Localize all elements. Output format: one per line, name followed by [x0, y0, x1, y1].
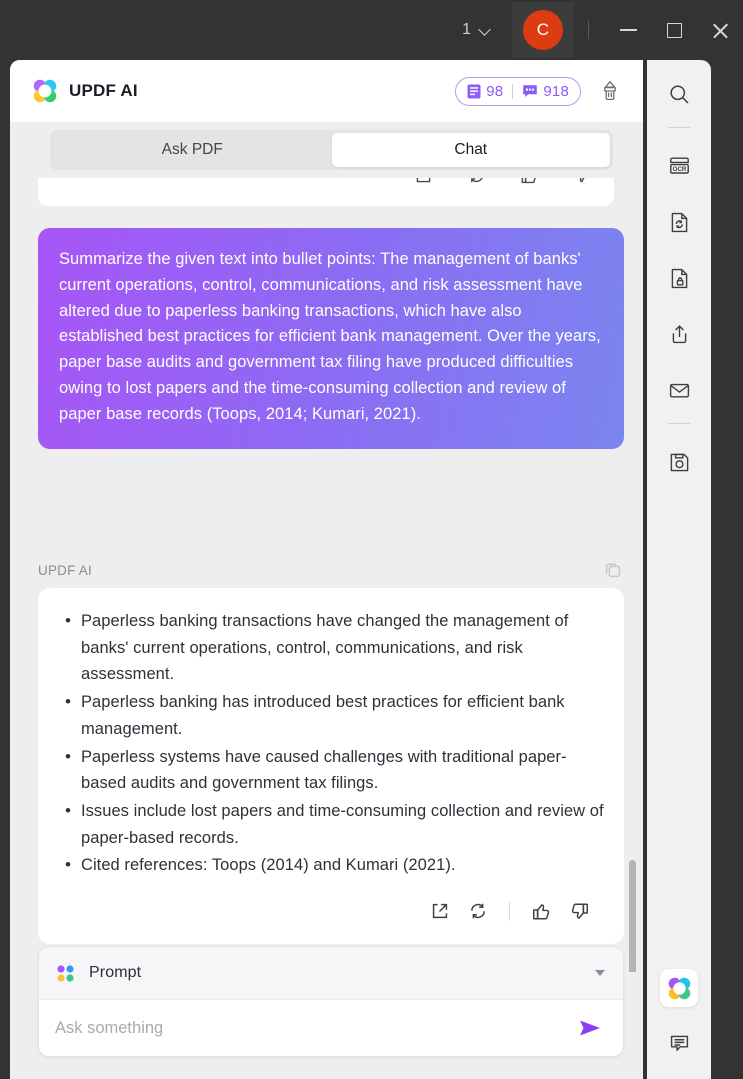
- rail-divider-2: [668, 423, 690, 424]
- window-right-edge: [711, 60, 743, 1079]
- close-icon: [711, 21, 730, 40]
- chat-credit-count: 918: [543, 82, 569, 100]
- ai-action-bar: [56, 880, 606, 936]
- prompt-selector[interactable]: Prompt: [39, 947, 623, 1000]
- document-credit-count: 98: [486, 82, 504, 100]
- thumbs-up-button[interactable]: [522, 896, 560, 926]
- maximize-icon: [666, 22, 682, 38]
- document-credit-icon: [467, 84, 481, 99]
- thumbs-down-icon[interactable]: [573, 178, 592, 185]
- ai-panel: UPDF AI 98 918 Ask PDF Chat Summarize th…: [10, 60, 643, 1079]
- copy-icon[interactable]: [603, 560, 624, 581]
- protect-document-icon: [667, 266, 692, 291]
- page-selector[interactable]: 1: [456, 17, 498, 43]
- account-avatar-button[interactable]: C: [512, 2, 574, 58]
- prompt-label: Prompt: [89, 964, 142, 981]
- window-left-edge: [0, 60, 10, 1079]
- share-tool-button[interactable]: [657, 312, 701, 356]
- list-item: Issues include lost papers and time-cons…: [56, 797, 606, 851]
- maximize-button[interactable]: [651, 7, 697, 53]
- chat-scroll-area[interactable]: Summarize the given text into bullet poi…: [10, 178, 643, 972]
- comment-tool-button[interactable]: [657, 1021, 701, 1065]
- close-button[interactable]: [697, 7, 743, 53]
- list-item: Paperless banking has introduced best pr…: [56, 688, 606, 742]
- app-window: 1 C UPDF AI 98 918 Ask PDF Chat Summariz…: [0, 0, 743, 1079]
- send-arrow-icon: [577, 1017, 603, 1039]
- svg-text:OCR: OCR: [672, 165, 686, 172]
- page-number-label: 1: [462, 21, 471, 38]
- panel-header: UPDF AI 98 918: [10, 60, 643, 122]
- window-titlebar: 1 C: [0, 0, 743, 60]
- updf-clover-logo-icon: [32, 78, 58, 104]
- send-button[interactable]: [575, 1013, 605, 1043]
- ai-message-bubble: Paperless banking transactions have chan…: [38, 588, 624, 945]
- action-divider: [509, 901, 510, 921]
- thumbs-down-button[interactable]: [560, 896, 598, 926]
- tab-ask-pdf[interactable]: Ask PDF: [53, 133, 332, 167]
- protect-tool-button[interactable]: [657, 256, 701, 300]
- ai-message-header: UPDF AI: [38, 560, 624, 581]
- thumbs-up-icon: [531, 901, 552, 922]
- chevron-down-icon: [480, 24, 492, 36]
- minimize-icon: [619, 29, 637, 31]
- message-composer: Prompt: [38, 946, 624, 1057]
- regenerate-icon: [468, 901, 488, 921]
- previous-message-card: [38, 178, 614, 206]
- list-item: Paperless banking transactions have chan…: [56, 607, 606, 688]
- mode-tabs: Ask PDF Chat: [50, 130, 613, 170]
- user-message-bubble: Summarize the given text into bullet poi…: [38, 228, 624, 449]
- rail-divider: [668, 127, 690, 128]
- external-link-icon: [430, 901, 450, 921]
- credits-badge[interactable]: 98 918: [455, 76, 581, 106]
- email-tool-button[interactable]: [657, 368, 701, 412]
- save-icon: [667, 450, 692, 475]
- caret-down-icon: [595, 970, 605, 976]
- thumbs-down-icon: [569, 901, 590, 922]
- convert-tool-button[interactable]: [657, 200, 701, 244]
- share-icon: [667, 322, 692, 347]
- chat-credits: 918: [522, 83, 569, 100]
- brush-clear-icon: [600, 80, 620, 102]
- composer-input-row: [39, 1000, 623, 1056]
- ocr-icon: OCR: [667, 154, 692, 179]
- ocr-tool-button[interactable]: OCR: [657, 144, 701, 188]
- page-title: UPDF AI: [69, 81, 138, 100]
- updf-ai-logo-icon: [667, 976, 692, 1001]
- tab-chat[interactable]: Chat: [331, 133, 610, 167]
- list-item: Paperless systems have caused challenges…: [56, 743, 606, 797]
- save-tool-button[interactable]: [657, 440, 701, 484]
- right-toolbar: OCR: [647, 60, 711, 1079]
- comment-icon: [667, 1031, 692, 1056]
- four-dots-icon: [55, 963, 76, 984]
- credits-divider: [512, 83, 514, 99]
- regenerate-icon[interactable]: [467, 178, 486, 185]
- search-icon: [667, 82, 692, 107]
- email-icon: [667, 378, 692, 403]
- minimize-button[interactable]: [605, 7, 651, 53]
- avatar: C: [523, 10, 563, 50]
- thumbs-up-icon[interactable]: [520, 178, 539, 185]
- clear-chat-button[interactable]: [597, 78, 623, 104]
- titlebar-divider: [588, 21, 589, 39]
- search-tool-button[interactable]: [657, 72, 701, 116]
- chat-credit-icon: [522, 84, 538, 98]
- ai-author-label: UPDF AI: [38, 563, 92, 578]
- chat-scrollbar-thumb[interactable]: [629, 860, 636, 972]
- export-message-button[interactable]: [421, 896, 459, 926]
- ask-input[interactable]: [55, 1018, 575, 1038]
- document-credits: 98: [467, 83, 503, 100]
- convert-document-icon: [667, 210, 692, 235]
- list-item: Cited references: Toops (2014) and Kumar…: [56, 851, 606, 879]
- ai-bullet-list: Paperless banking transactions have chan…: [56, 607, 606, 879]
- updf-ai-button[interactable]: [660, 969, 698, 1007]
- regenerate-button[interactable]: [459, 896, 497, 926]
- external-link-icon[interactable]: [414, 178, 433, 185]
